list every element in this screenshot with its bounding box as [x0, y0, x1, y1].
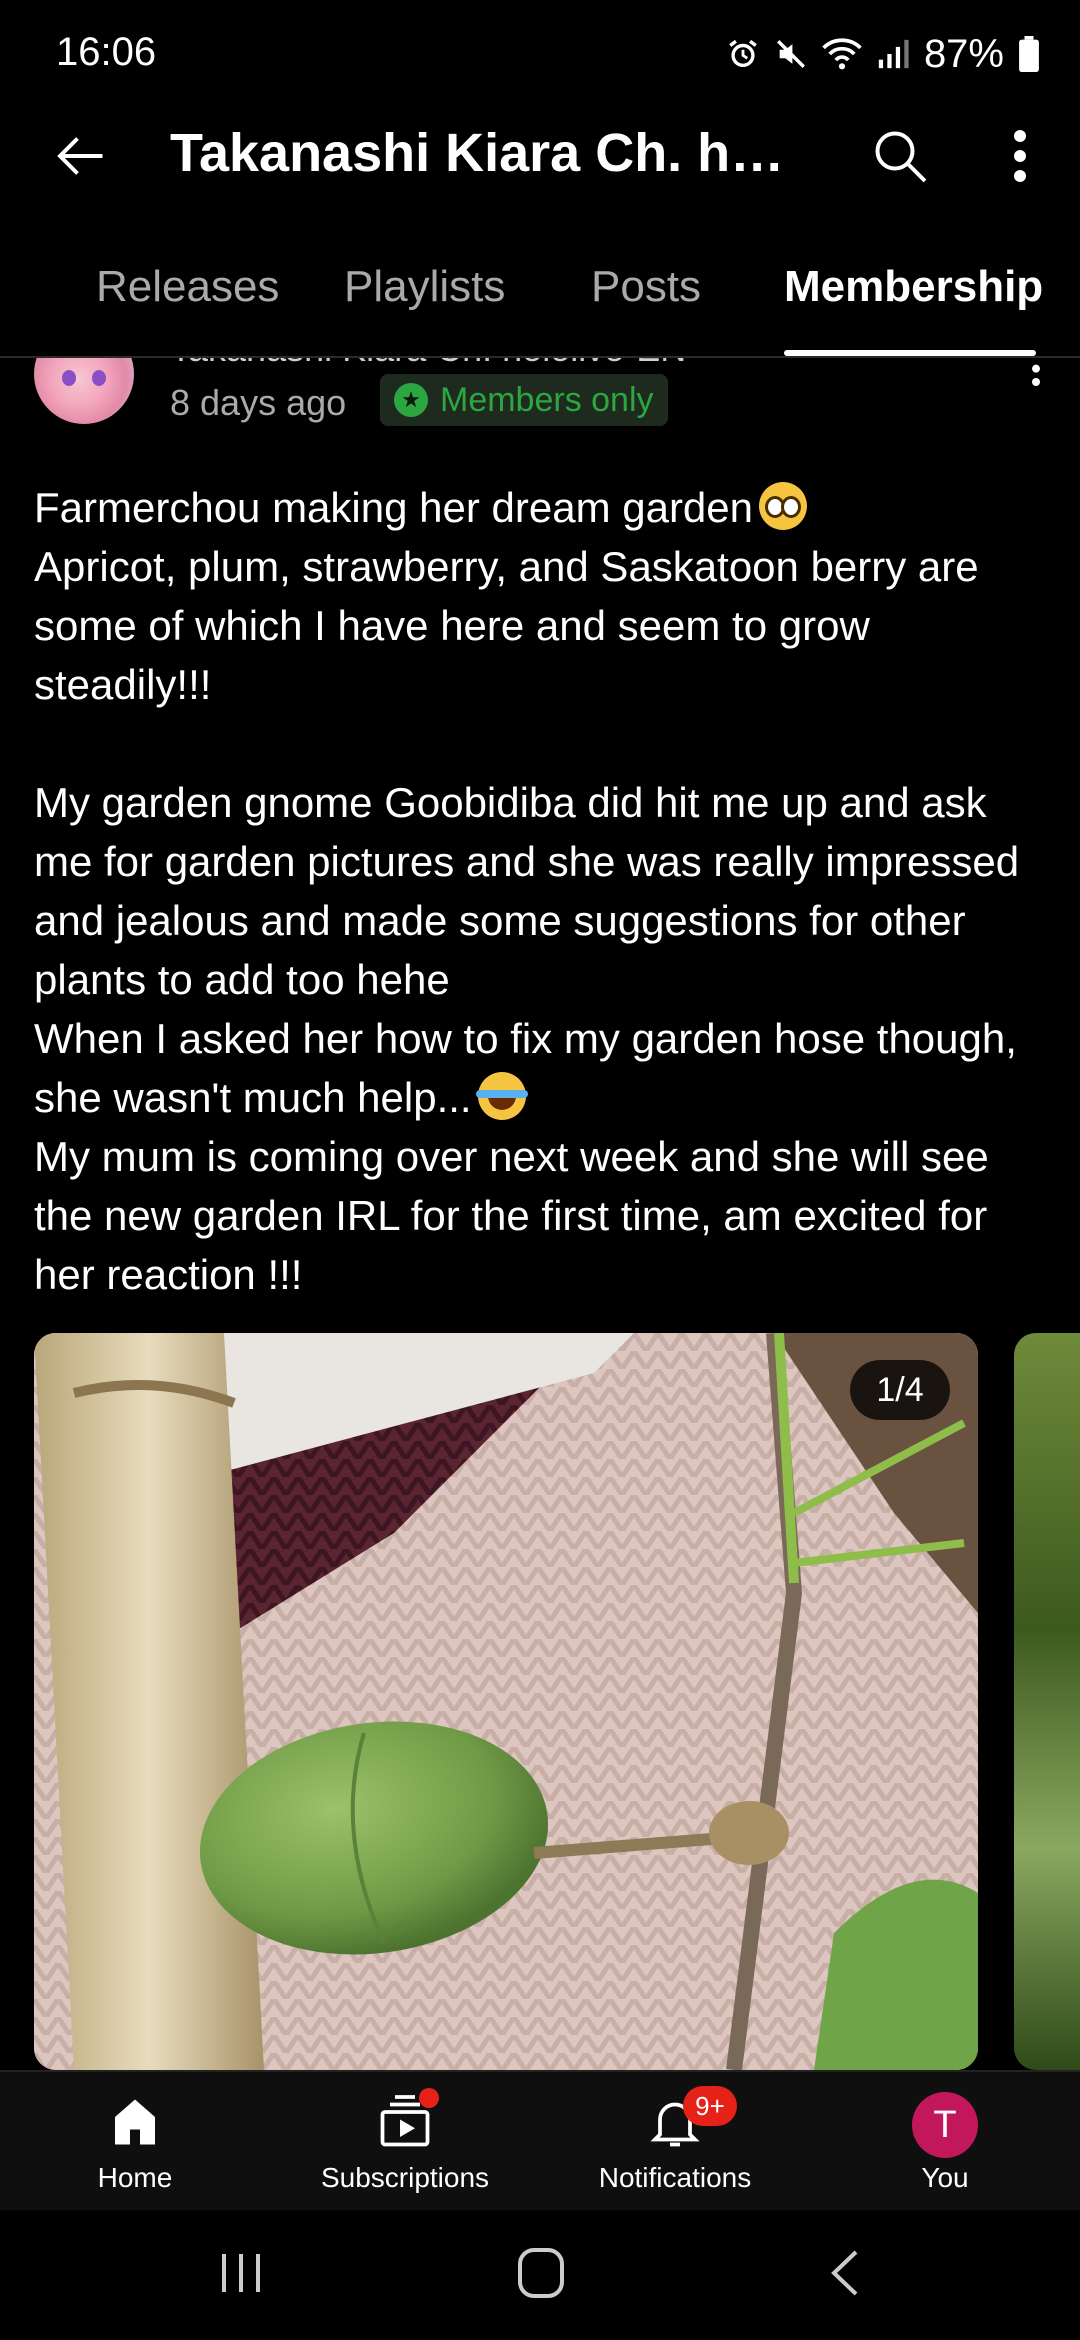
- home-system-icon[interactable]: [516, 2246, 566, 2300]
- mute-icon: [776, 40, 805, 68]
- more-options-button[interactable]: [1000, 126, 1040, 186]
- back-arrow-icon: [57, 137, 103, 175]
- tab-releases[interactable]: Releases: [96, 262, 279, 312]
- post-author[interactable]: Takanashi Kiara Ch. hololive-EN: [170, 358, 686, 370]
- channel-title: Takanashi Kiara Ch. hololive-EN: [170, 123, 810, 183]
- apricot-photo: [34, 1333, 978, 2070]
- tab-posts[interactable]: Posts: [591, 262, 701, 312]
- wifi-icon: [822, 38, 862, 70]
- image-counter: 1/4: [850, 1360, 950, 1420]
- nav-home-label: Home: [97, 2162, 173, 2193]
- search-button[interactable]: [870, 126, 930, 186]
- post-menu-button[interactable]: [1026, 362, 1046, 402]
- post-paragraph: Farmerchou making her dream garden: [34, 484, 754, 531]
- status-icons: 87%: [726, 28, 1040, 80]
- recent-apps-icon[interactable]: [216, 2248, 266, 2298]
- nav-notifications[interactable]: 9+ Notifications: [550, 2086, 800, 2194]
- post-paragraph: My mum is coming over next week and she …: [34, 1133, 989, 1298]
- nav-you-label: You: [921, 2162, 969, 2193]
- user-avatar: T: [912, 2092, 978, 2158]
- back-button[interactable]: [50, 126, 110, 186]
- tab-playlists[interactable]: Playlists: [344, 262, 505, 312]
- nav-home[interactable]: Home: [10, 2092, 260, 2194]
- alarm-icon: [729, 39, 757, 68]
- more-vert-icon: [1032, 364, 1040, 386]
- members-only-badge: ★ Members only: [380, 374, 668, 426]
- bottom-navigation: Home Subscriptions 9+ Notifications T Yo…: [0, 2070, 1080, 2212]
- notifications-badge: 9+: [683, 2086, 737, 2126]
- battery-percent: 87%: [923, 31, 1004, 76]
- status-time: 16:06: [56, 30, 157, 74]
- nav-subscriptions[interactable]: Subscriptions: [280, 2088, 530, 2194]
- back-system-icon[interactable]: [826, 2248, 866, 2298]
- nav-you[interactable]: T You: [820, 2092, 1070, 2194]
- active-tab-indicator: [784, 350, 1036, 356]
- more-vert-icon: [1014, 130, 1026, 182]
- nav-notifications-label: Notifications: [598, 2162, 752, 2193]
- post-age: 8 days ago: [170, 382, 347, 423]
- home-icon: [115, 2099, 155, 2145]
- next-image-preview[interactable]: [1014, 1333, 1080, 2070]
- pleading-face-emoji: [759, 482, 808, 530]
- system-navigation: [0, 2210, 1080, 2340]
- post-text: Farmerchou making her dream garden Apric…: [34, 478, 1044, 1304]
- channel-avatar[interactable]: [34, 358, 134, 424]
- battery-icon: [1019, 36, 1039, 72]
- star-icon: ★: [394, 383, 428, 417]
- search-icon: [875, 131, 927, 183]
- nav-subscriptions-label: Subscriptions: [320, 2162, 490, 2193]
- post-paragraph: Apricot, plum, strawberry, and Saskatoon…: [34, 543, 979, 708]
- tab-membership[interactable]: Membership: [784, 262, 1043, 312]
- members-only-label: Members only: [440, 380, 654, 419]
- post-image[interactable]: [34, 1333, 978, 2070]
- post-paragraph: My garden gnome Goobidiba did hit me up …: [34, 779, 1020, 1003]
- laughing-tears-emoji: [475, 1072, 528, 1120]
- signal-icon: [878, 39, 909, 69]
- subscriptions-dot: [419, 2088, 439, 2108]
- post-paragraph: When I asked her how to fix my garden ho…: [34, 1015, 1017, 1121]
